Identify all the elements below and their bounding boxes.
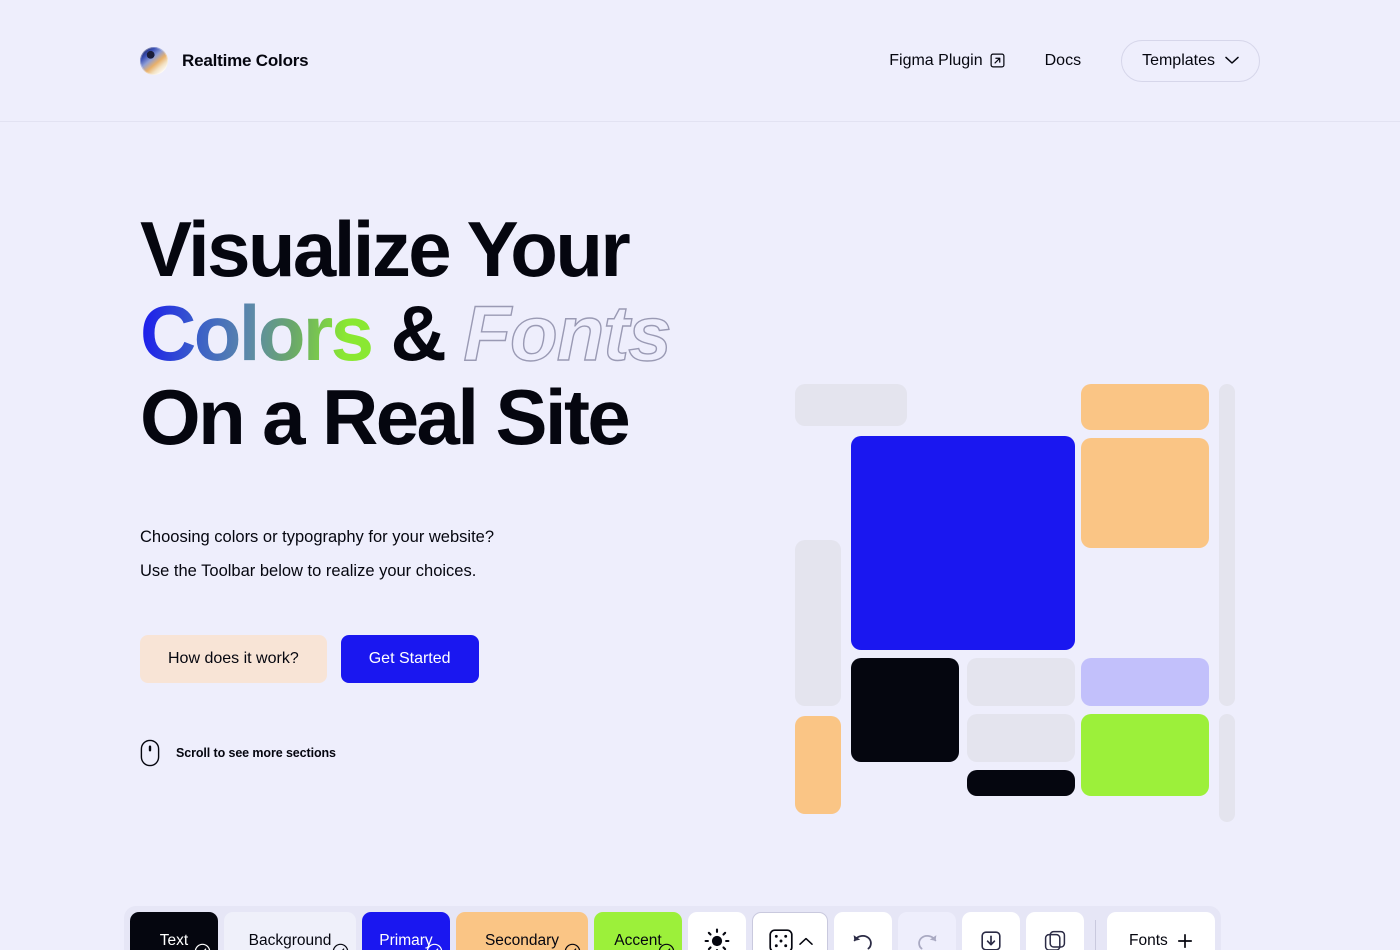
primary-large-block bbox=[851, 436, 1075, 650]
swatch-check[interactable] bbox=[194, 943, 211, 950]
main-nav: Figma Plugin Docs Templates bbox=[889, 39, 1260, 82]
copy-button[interactable] bbox=[1026, 912, 1084, 950]
headline-line-1: Visualize Your bbox=[140, 205, 631, 293]
redo-button[interactable] bbox=[898, 912, 956, 950]
hero-subtext-line-2: Use the Toolbar below to realize your ch… bbox=[140, 562, 477, 581]
undo-arrow-icon bbox=[853, 934, 872, 950]
text-bar-dark-small bbox=[967, 770, 1075, 796]
swatch-check[interactable] bbox=[332, 943, 349, 950]
secondary-block-right bbox=[1081, 438, 1209, 548]
check-circle-icon bbox=[194, 943, 211, 950]
headline-line-2: Colors & Fonts bbox=[140, 289, 700, 378]
color-toolbar: Text Background Primary Secondary Accent bbox=[124, 906, 1221, 950]
scroll-hint-label: Scroll to see more sections bbox=[176, 745, 336, 760]
swatch-label: Primary bbox=[379, 932, 433, 949]
headline-ampersand: & bbox=[371, 289, 464, 378]
headline-line-3: On a Real Site bbox=[140, 373, 631, 462]
surface-block-mid-lower bbox=[967, 714, 1075, 762]
redo-arrow-icon bbox=[918, 934, 937, 950]
undo-button[interactable] bbox=[834, 912, 892, 950]
check-circle-icon bbox=[426, 943, 443, 950]
main-content: Visualize Your Colors & Fonts On a Real … bbox=[0, 122, 1400, 950]
swatch-check[interactable] bbox=[564, 943, 581, 950]
droplet-logo-icon bbox=[140, 46, 168, 75]
swatch-group: Text Background Primary Secondary Accent bbox=[130, 912, 682, 950]
plus-icon bbox=[1177, 933, 1192, 949]
copy-icon bbox=[1044, 930, 1066, 950]
fonts-button[interactable]: Fonts bbox=[1107, 912, 1215, 950]
check-circle-icon bbox=[564, 943, 581, 950]
surface-block-mid-upper bbox=[967, 658, 1075, 706]
secondary-block-bottom-left bbox=[795, 716, 841, 814]
dice-randomize-icon bbox=[768, 929, 793, 950]
toolbar-divider bbox=[1095, 920, 1096, 950]
get-started-button[interactable]: Get Started bbox=[340, 634, 479, 683]
swatch-label: Secondary bbox=[484, 932, 560, 949]
swatch-accent[interactable]: Accent bbox=[594, 912, 682, 950]
headline-word-colors: Colors bbox=[140, 289, 374, 378]
nav-link-label: Figma Plugin bbox=[889, 51, 983, 69]
text-block-dark bbox=[851, 658, 959, 762]
placeholder-bar-top-left bbox=[795, 384, 907, 426]
placeholder-column-left bbox=[795, 540, 841, 706]
fonts-label: Fonts bbox=[1129, 932, 1168, 949]
swatch-label: Accent bbox=[614, 932, 662, 949]
hero-subtext: Choosing colors or typography for your w… bbox=[140, 520, 700, 589]
brand[interactable]: Realtime Colors bbox=[140, 46, 309, 75]
headline-word-fonts: Fonts bbox=[463, 289, 673, 378]
swatch-label: Background bbox=[248, 932, 332, 949]
how-does-it-work-button[interactable]: How does it work? bbox=[140, 634, 327, 683]
page-title: Visualize Your Colors & Fonts On a Real … bbox=[140, 207, 700, 460]
scroll-rail-lower bbox=[1219, 714, 1235, 822]
brand-name: Realtime Colors bbox=[182, 50, 309, 70]
color-preview-graphic bbox=[795, 384, 1235, 822]
check-circle-icon bbox=[332, 943, 349, 950]
swatch-check[interactable] bbox=[426, 943, 443, 950]
sun-brightness-icon bbox=[704, 928, 730, 950]
hero-subtext-line-1: Choosing colors or typography for your w… bbox=[140, 527, 495, 546]
check-circle-icon bbox=[658, 943, 675, 950]
swatch-primary[interactable]: Primary bbox=[362, 912, 450, 950]
site-header: Realtime Colors Figma Plugin Docs Templa… bbox=[0, 0, 1400, 122]
swatch-text[interactable]: Text bbox=[130, 912, 218, 950]
chevron-up-icon[interactable] bbox=[798, 937, 813, 946]
swatch-secondary[interactable]: Secondary bbox=[456, 912, 588, 950]
templates-label: Templates bbox=[1142, 51, 1215, 69]
cta-row: How does it work? Get Started bbox=[140, 634, 700, 683]
scroll-hint: Scroll to see more sections bbox=[140, 739, 700, 767]
swatch-background[interactable]: Background bbox=[224, 912, 356, 950]
export-download-button[interactable] bbox=[962, 912, 1020, 950]
lavender-block-right bbox=[1081, 658, 1209, 706]
secondary-bar-top-right bbox=[1081, 384, 1209, 430]
swatch-label: Text bbox=[159, 932, 189, 949]
external-link-icon bbox=[990, 53, 1005, 68]
randomize-dice-button[interactable] bbox=[752, 912, 828, 950]
accent-block-right bbox=[1081, 714, 1209, 796]
swatch-check[interactable] bbox=[658, 943, 675, 950]
nav-link-label: Docs bbox=[1044, 51, 1082, 69]
mouse-scroll-icon bbox=[140, 739, 160, 767]
nav-link-docs[interactable]: Docs bbox=[1045, 52, 1081, 70]
download-icon bbox=[981, 931, 1001, 950]
templates-dropdown-button[interactable]: Templates bbox=[1121, 39, 1260, 82]
nav-link-figma-plugin[interactable]: Figma Plugin bbox=[889, 51, 1005, 70]
brightness-toggle-button[interactable] bbox=[688, 912, 746, 950]
scroll-rail-upper bbox=[1219, 384, 1235, 706]
chevron-down-icon bbox=[1225, 56, 1239, 64]
hero-section: Visualize Your Colors & Fonts On a Real … bbox=[140, 122, 700, 767]
